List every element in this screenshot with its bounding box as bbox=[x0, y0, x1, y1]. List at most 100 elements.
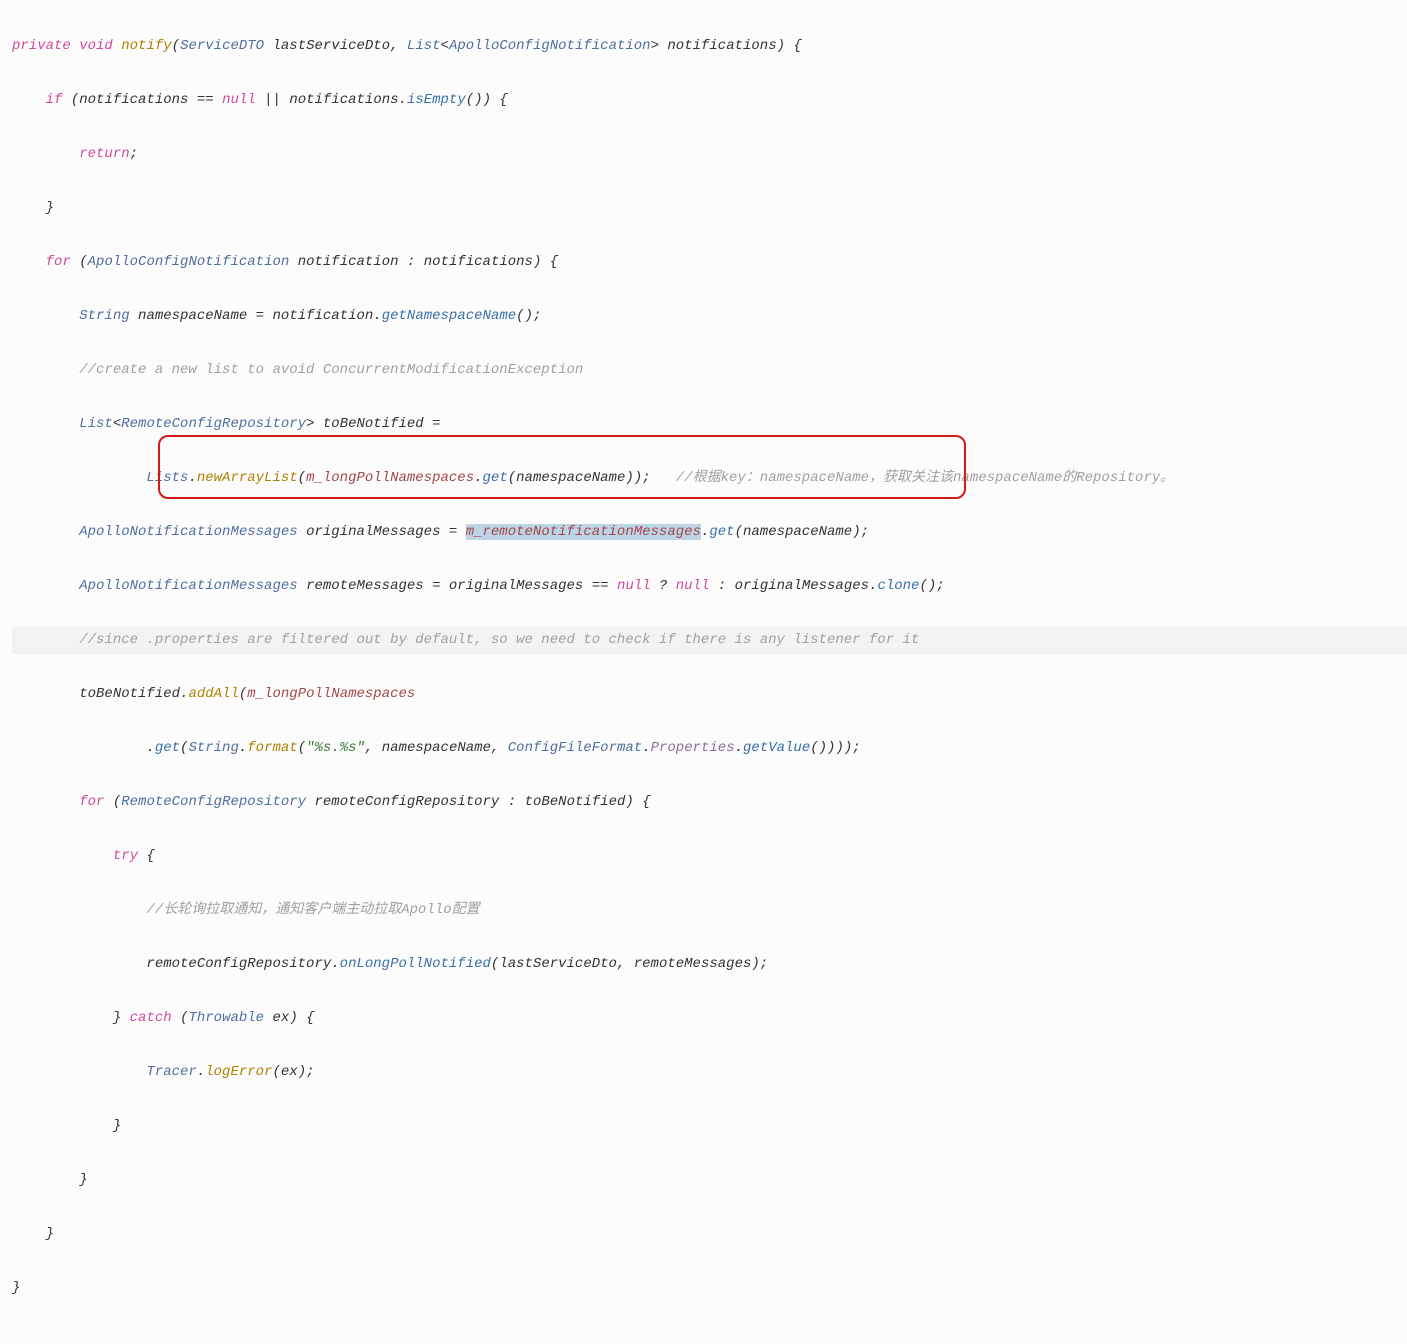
cls-tracer: Tracer bbox=[146, 1064, 196, 1080]
fn-clone: clone bbox=[877, 578, 919, 594]
line-2: if (notifications == null || notificatio… bbox=[12, 87, 1407, 114]
kw-try: try bbox=[113, 848, 138, 864]
kw-null: null bbox=[676, 578, 710, 594]
kw-for: for bbox=[46, 254, 71, 270]
type: ApolloConfigNotification bbox=[88, 254, 290, 270]
field-longpoll: m_longPollNamespaces bbox=[247, 686, 415, 702]
paren: ( bbox=[172, 38, 180, 54]
line-21: } bbox=[12, 1113, 1407, 1140]
fn-get: get bbox=[483, 470, 508, 486]
op: || bbox=[264, 92, 281, 108]
var: namespaceName bbox=[138, 308, 247, 324]
fn-isempty: isEmpty bbox=[407, 92, 466, 108]
fn-format: format bbox=[247, 740, 297, 756]
type-list: List bbox=[407, 38, 441, 54]
type-msgs: ApolloNotificationMessages bbox=[79, 578, 297, 594]
field-remote-hl: m_remoteNotificationMessages bbox=[466, 524, 701, 540]
param-name: lastServiceDto bbox=[272, 38, 390, 54]
fn-addall: addAll bbox=[188, 686, 238, 702]
line-24: } bbox=[12, 1275, 1407, 1302]
type-list: List bbox=[79, 416, 113, 432]
fn-newarraylist: newArrayList bbox=[197, 470, 298, 486]
line-23: } bbox=[12, 1221, 1407, 1248]
var: notification bbox=[298, 254, 399, 270]
line-13: toBeNotified.addAll(m_longPollNamespaces bbox=[12, 681, 1407, 708]
kw-null: null bbox=[222, 92, 256, 108]
enum-properties: Properties bbox=[651, 740, 735, 756]
kw-return: return bbox=[79, 146, 129, 162]
type-notification: ApolloConfigNotification bbox=[449, 38, 651, 54]
kw-catch: catch bbox=[130, 1010, 172, 1026]
type-throwable: Throwable bbox=[188, 1010, 264, 1026]
op: == bbox=[592, 578, 609, 594]
cls-string: String bbox=[188, 740, 238, 756]
iter: notifications bbox=[424, 254, 533, 270]
line-18: remoteConfigRepository.onLongPollNotifie… bbox=[12, 951, 1407, 978]
line-11: ApolloNotificationMessages remoteMessage… bbox=[12, 573, 1407, 600]
kw-private: private bbox=[12, 38, 71, 54]
arg: lastServiceDto bbox=[499, 956, 617, 972]
code-block: private void notify(ServiceDTO lastServi… bbox=[0, 0, 1407, 1344]
method-name: notify bbox=[121, 38, 171, 54]
fn-onlongpoll: onLongPollNotified bbox=[340, 956, 491, 972]
kw-null: null bbox=[617, 578, 651, 594]
var: remoteConfigRepository bbox=[315, 794, 500, 810]
line-16: try { bbox=[12, 843, 1407, 870]
obj: notification bbox=[272, 308, 373, 324]
line-9: Lists.newArrayList(m_longPollNamespaces.… bbox=[12, 465, 1407, 492]
param-name: notifications bbox=[667, 38, 776, 54]
type-repo: RemoteConfigRepository bbox=[121, 416, 306, 432]
field-longpoll: m_longPollNamespaces bbox=[306, 470, 474, 486]
obj: toBeNotified bbox=[79, 686, 180, 702]
iter: toBeNotified bbox=[525, 794, 626, 810]
fn-get: get bbox=[709, 524, 734, 540]
arg: ex bbox=[281, 1064, 298, 1080]
rhs: originalMessages bbox=[735, 578, 869, 594]
line-17: //长轮询拉取通知，通知客户端主动拉取Apollo配置 bbox=[12, 897, 1407, 924]
line-6: String namespaceName = notification.getN… bbox=[12, 303, 1407, 330]
obj: remoteConfigRepository bbox=[146, 956, 331, 972]
kw-for: for bbox=[79, 794, 104, 810]
fn-get: get bbox=[155, 740, 180, 756]
type-string: String bbox=[79, 308, 129, 324]
comment: //根据key：namespaceName，获取关注该namespaceName… bbox=[676, 470, 1174, 486]
var: ex bbox=[273, 1010, 290, 1026]
line-7: //create a new list to avoid ConcurrentM… bbox=[12, 357, 1407, 384]
comment: //长轮询拉取通知，通知客户端主动拉取Apollo配置 bbox=[146, 902, 479, 918]
var: toBeNotified bbox=[323, 416, 424, 432]
line-3: return; bbox=[12, 141, 1407, 168]
line-15: for (RemoteConfigRepository remoteConfig… bbox=[12, 789, 1407, 816]
kw-if: if bbox=[46, 92, 63, 108]
type-repo: RemoteConfigRepository bbox=[121, 794, 306, 810]
fmt-string: "%s.%s" bbox=[306, 740, 365, 756]
arg: namespaceName bbox=[382, 740, 491, 756]
line-20: Tracer.logError(ex); bbox=[12, 1059, 1407, 1086]
type-servicedto: ServiceDTO bbox=[180, 38, 264, 54]
arg: remoteMessages bbox=[634, 956, 752, 972]
comment: //since .properties are filtered out by … bbox=[79, 632, 919, 648]
line-4: } bbox=[12, 195, 1407, 222]
ident: notifications bbox=[289, 92, 398, 108]
arg: namespaceName bbox=[743, 524, 852, 540]
kw-void: void bbox=[79, 38, 113, 54]
fn-getvalue: getValue bbox=[743, 740, 810, 756]
var: originalMessages bbox=[306, 524, 440, 540]
fn-logerror: logError bbox=[205, 1064, 272, 1080]
line-10: ApolloNotificationMessages originalMessa… bbox=[12, 519, 1407, 546]
fn-getns: getNamespaceName bbox=[382, 308, 516, 324]
cls-lists: Lists bbox=[146, 470, 188, 486]
rhs: originalMessages bbox=[449, 578, 583, 594]
line-12-highlighted: //since .properties are filtered out by … bbox=[12, 627, 1407, 654]
ident: notifications bbox=[79, 92, 188, 108]
arg: namespaceName bbox=[516, 470, 625, 486]
cls-cff: ConfigFileFormat bbox=[508, 740, 642, 756]
type-msgs: ApolloNotificationMessages bbox=[79, 524, 297, 540]
var: remoteMessages bbox=[306, 578, 424, 594]
line-22: } bbox=[12, 1167, 1407, 1194]
line-1: private void notify(ServiceDTO lastServi… bbox=[12, 33, 1407, 60]
line-19: } catch (Throwable ex) { bbox=[12, 1005, 1407, 1032]
line-8: List<RemoteConfigRepository> toBeNotifie… bbox=[12, 411, 1407, 438]
comment: //create a new list to avoid ConcurrentM… bbox=[79, 362, 583, 378]
op: == bbox=[197, 92, 214, 108]
line-5: for (ApolloConfigNotification notificati… bbox=[12, 249, 1407, 276]
